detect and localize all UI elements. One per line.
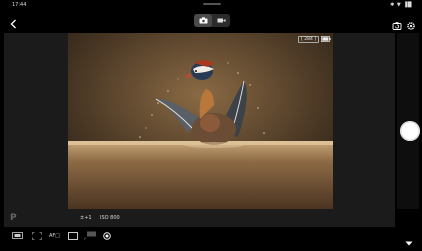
- exposure-compensation[interactable]: ±+1: [80, 215, 92, 221]
- focus-frame-button[interactable]: [32, 231, 42, 240]
- capture-mode-toggle[interactable]: [194, 14, 230, 27]
- expand-toolbar-button[interactable]: [404, 232, 414, 246]
- af-mode-label: AF□: [49, 232, 61, 239]
- exposure-info-bar: [4, 209, 395, 227]
- drive-mode-icon: [83, 231, 96, 240]
- battery-icon: [321, 36, 331, 42]
- status-icons: ✱ ▼ ▐█: [390, 2, 412, 8]
- iso-value[interactable]: ISO 800: [100, 215, 120, 221]
- drive-mode-button[interactable]: [83, 231, 97, 240]
- photo-mode-button[interactable]: [194, 14, 212, 27]
- shots-remaining: [ 284 ]: [298, 36, 319, 43]
- settings-gear-icon: [407, 22, 415, 30]
- timer-icon: [103, 231, 111, 240]
- back-button[interactable]: [8, 15, 20, 29]
- status-time: 17:44: [12, 2, 27, 8]
- video-icon: [217, 18, 225, 23]
- shooting-mode[interactable]: P: [10, 213, 17, 223]
- live-view-image[interactable]: [ 284 ]: [68, 33, 333, 209]
- bottom-toolbar: [0, 229, 422, 242]
- caret-down-icon: [405, 241, 413, 246]
- metering-icon: [12, 232, 23, 239]
- right-panel: [333, 33, 395, 209]
- chevron-left-icon: [10, 19, 16, 29]
- video-mode-button[interactable]: [212, 14, 230, 27]
- aspect-ratio-icon: [68, 231, 78, 240]
- duck-photo: [68, 33, 333, 209]
- camera-switch-icon: [392, 22, 402, 30]
- aspect-ratio-button[interactable]: [68, 231, 78, 240]
- settings-button[interactable]: [406, 16, 416, 30]
- af-mode-button[interactable]: AF□: [49, 231, 60, 240]
- camera-icon: [199, 17, 207, 24]
- left-panel: [4, 33, 68, 209]
- camera-switch-button[interactable]: [392, 16, 402, 30]
- focus-frame-icon: [32, 231, 42, 240]
- timer-button[interactable]: [103, 231, 111, 240]
- shutter-button[interactable]: [400, 121, 420, 141]
- drag-handle[interactable]: [203, 3, 221, 5]
- metering-button[interactable]: [12, 231, 23, 240]
